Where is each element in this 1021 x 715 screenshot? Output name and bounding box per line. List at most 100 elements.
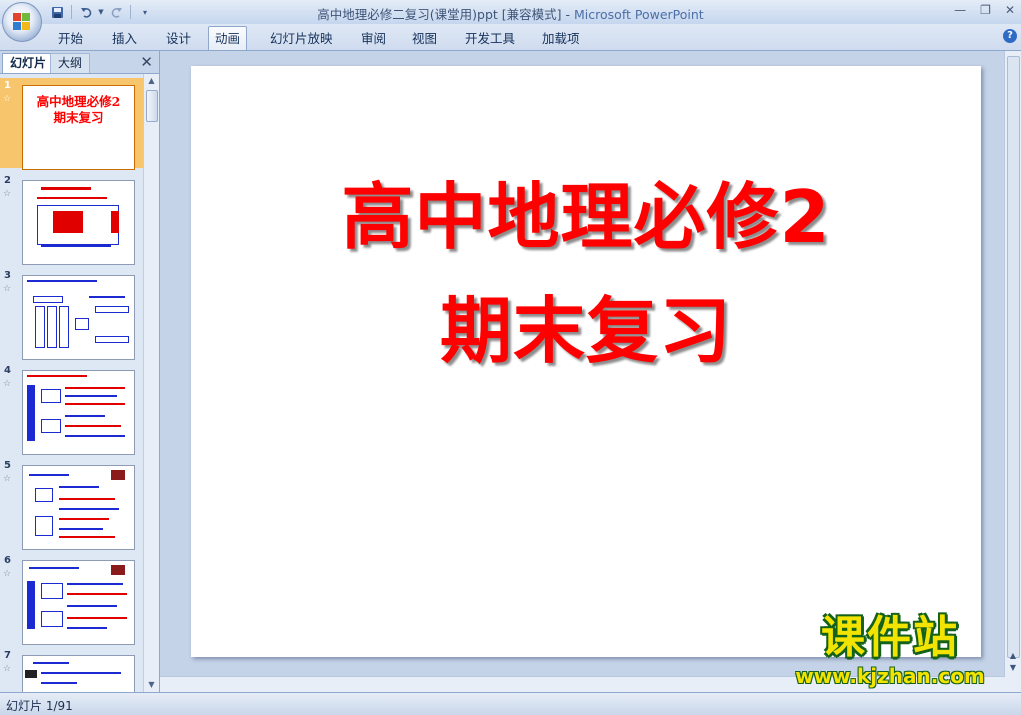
animation-star-icon: ☆	[3, 284, 12, 294]
slide-number: 2	[4, 175, 11, 186]
preview-image	[111, 470, 125, 480]
slide-preview	[22, 655, 135, 692]
editor-vertical-scrollbar[interactable]: ▲ ▼	[1004, 51, 1021, 692]
preview-text-line	[33, 662, 69, 664]
tab-outline[interactable]: 大纲	[50, 53, 91, 73]
slide-preview-title-line2: 期末复习	[53, 110, 104, 125]
close-icon[interactable]: ✕	[1005, 3, 1015, 17]
watermark-url: www.kjzhan.com	[795, 664, 985, 688]
slide-number: 6	[4, 555, 11, 566]
preview-box	[59, 306, 69, 348]
watermark-logo: 课件站 www.kjzhan.com	[770, 612, 1010, 692]
slide-preview	[22, 560, 135, 645]
tab-developer[interactable]: 开发工具	[459, 28, 521, 49]
animation-star-icon: ☆	[3, 94, 12, 104]
pane-tabs: 幻灯片 大纲 ✕	[0, 51, 159, 74]
tab-slide-show[interactable]: 幻灯片放映	[264, 28, 339, 49]
preview-text-line	[27, 581, 35, 629]
preview-text-line	[67, 617, 127, 619]
slide-thumbnail[interactable]: 5 ☆	[0, 458, 143, 550]
animation-star-icon: ☆	[3, 569, 12, 579]
slide-preview	[22, 465, 135, 550]
tab-view[interactable]: 视图	[406, 28, 443, 49]
preview-text-line	[29, 474, 69, 476]
preview-box	[53, 211, 83, 233]
tab-review[interactable]: 审阅	[355, 28, 392, 49]
preview-box	[35, 306, 45, 348]
preview-text-line	[65, 425, 121, 427]
office-logo-icon	[13, 13, 31, 31]
scroll-down-icon[interactable]: ▼	[144, 678, 159, 692]
slide-number: 3	[4, 270, 11, 281]
preview-box	[41, 583, 63, 599]
preview-box	[95, 306, 129, 313]
help-icon[interactable]: ?	[1003, 29, 1017, 43]
preview-text-line	[89, 296, 125, 298]
slide-thumbnail[interactable]: 2 ☆	[0, 173, 143, 265]
preview-text-line	[65, 403, 125, 405]
slide-preview	[22, 370, 135, 455]
slide-number: 7	[4, 650, 11, 661]
slide-title-line2: 期末复习	[439, 289, 732, 373]
tab-slides[interactable]: 幻灯片	[2, 53, 55, 73]
slide-number: 1	[4, 80, 11, 91]
preview-box	[41, 419, 61, 433]
slide-preview: 高中地理必修2 期末复习	[22, 85, 135, 170]
tab-animations[interactable]: 动画	[208, 26, 248, 50]
preview-box	[41, 611, 63, 627]
slide-thumbnail[interactable]: 7 ☆	[0, 648, 143, 692]
tab-insert[interactable]: 插入	[106, 28, 143, 49]
preview-text-line	[27, 385, 35, 441]
slide-title-line1: 高中地理必修2	[341, 175, 831, 259]
app-name: Microsoft PowerPoint	[574, 7, 704, 22]
close-pane-icon[interactable]: ✕	[140, 53, 153, 71]
scrollbar-thumb[interactable]	[146, 90, 158, 122]
slide-number: 5	[4, 460, 11, 471]
document-title: 高中地理必修二复习(课堂用)ppt [兼容模式]	[317, 7, 562, 22]
preview-box	[35, 488, 53, 502]
slides-scrollbar[interactable]: ▲ ▼	[143, 74, 159, 692]
tab-home[interactable]: 开始	[52, 28, 89, 49]
preview-text-line	[67, 593, 127, 595]
maximize-icon[interactable]: ❐	[980, 3, 991, 17]
tab-design[interactable]: 设计	[160, 28, 197, 49]
slide-preview-title-line1: 高中地理必修2	[36, 94, 121, 109]
slide-thumbnail[interactable]: 6 ☆	[0, 553, 143, 645]
slide-thumbnail[interactable]: 3 ☆	[0, 268, 143, 360]
preview-text-line	[41, 187, 91, 190]
animation-star-icon: ☆	[3, 189, 12, 199]
slide-canvas[interactable]: 高中地理必修2 期末复习	[191, 66, 981, 657]
preview-text-line	[67, 583, 123, 585]
animation-star-icon: ☆	[3, 379, 12, 389]
office-button[interactable]	[2, 2, 42, 42]
status-bar: 幻灯片 1/91	[0, 692, 1021, 715]
preview-text-line	[65, 435, 125, 437]
preview-box	[111, 211, 119, 233]
preview-text-line	[37, 197, 107, 199]
slide-title[interactable]: 高中地理必修2 期末复习	[191, 160, 981, 388]
slide-indicator: 幻灯片 1/91	[6, 699, 73, 713]
preview-text-line	[65, 395, 117, 397]
preview-text-line	[67, 627, 107, 629]
preview-text-line	[59, 536, 115, 538]
slide-preview-title: 高中地理必修2 期末复习	[23, 94, 134, 126]
minimize-icon[interactable]: —	[954, 3, 966, 17]
tab-add-ins[interactable]: 加载项	[536, 28, 586, 49]
preview-text-line	[59, 498, 115, 500]
preview-box	[41, 389, 61, 403]
scroll-up-icon[interactable]: ▲	[144, 74, 159, 88]
title-separator: -	[561, 7, 575, 22]
slide-thumbnail-list: 1 ☆ 高中地理必修2 期末复习 2 ☆ 3 ☆ 4 ☆ 5 ☆ 6 ☆ 7 ☆	[0, 74, 143, 692]
slide-thumbnail[interactable]: 1 ☆ 高中地理必修2 期末复习	[0, 78, 143, 170]
slide-thumbnail[interactable]: 4 ☆	[0, 363, 143, 455]
preview-text-line	[27, 280, 97, 282]
preview-text-line	[41, 682, 77, 684]
preview-text-line	[41, 245, 111, 247]
preview-text-line	[59, 518, 109, 520]
title-bar: ▼ ▾ 高中地理必修二复习(课堂用)ppt [兼容模式] - Microsoft…	[0, 0, 1021, 24]
scrollbar-thumb[interactable]	[1007, 56, 1020, 658]
preview-box	[33, 296, 63, 303]
window-controls: — ❐ ✕	[954, 3, 1015, 17]
animation-star-icon: ☆	[3, 664, 12, 674]
preview-box	[47, 306, 57, 348]
